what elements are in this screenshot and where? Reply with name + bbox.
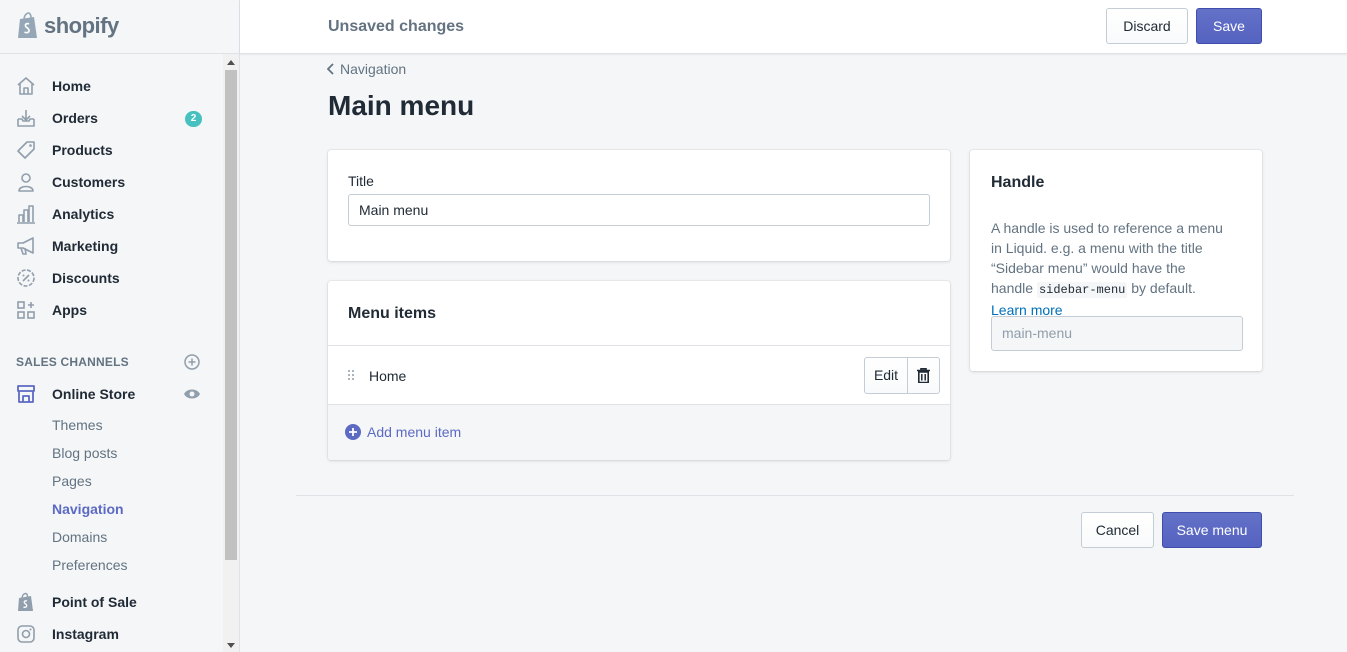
menu-item-row: Home Edit	[328, 346, 950, 405]
help-text-outro: by default.	[1131, 280, 1196, 296]
sales-channels-heading: SALES CHANNELS	[16, 355, 129, 369]
menu-items-card: Menu items Home Edit Add menu item	[328, 281, 950, 460]
shopify-bag-icon	[18, 12, 37, 38]
sidebar-subitem-preferences[interactable]: Preferences	[52, 557, 127, 573]
scrollbar-thumb[interactable]	[225, 70, 237, 560]
sidebar-subitem-navigation[interactable]: Navigation	[52, 501, 124, 517]
save-button[interactable]: Save	[1196, 8, 1262, 44]
view-store-eye-icon[interactable]	[183, 387, 201, 401]
logo-bar: shopify	[0, 0, 239, 54]
delete-button[interactable]	[908, 358, 939, 393]
sidebar-subitem-pages[interactable]: Pages	[52, 473, 92, 489]
title-card: Title Main menu	[328, 150, 950, 261]
sidebar-subitem-themes[interactable]: Themes	[52, 417, 103, 433]
sidebar-item-marketing[interactable]: Marketing	[0, 230, 222, 262]
sidebar-item-label: Marketing	[52, 238, 119, 254]
sidebar-item-label: Online Store	[52, 386, 136, 402]
sidebar: shopify Home Orders 2 Products Customers…	[0, 0, 240, 652]
scroll-up-arrow-icon[interactable]	[227, 60, 235, 65]
shopify-logo[interactable]: shopify	[16, 12, 119, 40]
cancel-button[interactable]: Cancel	[1081, 512, 1154, 548]
brand-wordmark: shopify	[44, 13, 119, 38]
footer-divider	[296, 495, 1294, 496]
drag-handle-icon[interactable]	[348, 370, 356, 382]
add-menu-item-row: Add menu item	[328, 405, 950, 460]
menu-item-label: Home	[369, 368, 407, 384]
bar-chart-icon	[17, 205, 35, 224]
sidebar-item-label: Orders	[52, 110, 98, 126]
orders-count-badge: 2	[185, 111, 202, 127]
person-icon	[18, 173, 34, 192]
megaphone-icon	[17, 237, 34, 255]
sidebar-item-label: Products	[52, 142, 113, 158]
add-channel-icon[interactable]	[184, 354, 200, 370]
title-input[interactable]: Main menu	[348, 194, 930, 226]
sidebar-item-label: Analytics	[52, 206, 115, 222]
handle-card: Handle A handle is used to reference a m…	[970, 150, 1262, 371]
breadcrumb[interactable]: Navigation	[327, 61, 406, 77]
sidebar-item-point-of-sale[interactable]: Point of Sale	[0, 586, 222, 618]
edit-button[interactable]: Edit	[865, 358, 908, 393]
sidebar-item-products[interactable]: Products	[0, 134, 222, 166]
menu-item-actions: Edit	[864, 357, 940, 394]
sidebar-subitem-domains[interactable]: Domains	[52, 529, 107, 545]
tag-icon	[17, 141, 35, 159]
title-field-label: Title	[348, 173, 374, 189]
apps-icon	[17, 301, 35, 319]
handle-heading: Handle	[991, 174, 1045, 191]
handle-help-text: A handle is used to reference a menu in …	[991, 218, 1231, 320]
sidebar-item-customers[interactable]: Customers	[0, 166, 222, 198]
sidebar-item-analytics[interactable]: Analytics	[0, 198, 222, 230]
breadcrumb-label: Navigation	[340, 61, 407, 77]
sidebar-item-apps[interactable]: Apps	[0, 294, 222, 326]
save-menu-button[interactable]: Save menu	[1162, 512, 1262, 548]
discount-icon	[17, 269, 35, 287]
sidebar-item-label: Instagram	[52, 626, 119, 642]
sidebar-item-label: Home	[52, 78, 91, 94]
home-icon	[17, 77, 35, 95]
sidebar-item-instagram[interactable]: Instagram	[0, 618, 222, 650]
page-title: Main menu	[328, 90, 475, 121]
sidebar-scrollbar[interactable]	[223, 54, 239, 652]
sidebar-subitem-blog-posts[interactable]: Blog posts	[52, 445, 117, 461]
sidebar-item-label: Point of Sale	[52, 594, 137, 610]
sidebar-item-home[interactable]: Home	[0, 70, 222, 102]
add-menu-item-link[interactable]: Add menu item	[345, 424, 461, 440]
handle-code-example: sidebar-menu	[1036, 282, 1128, 298]
sidebar-item-discounts[interactable]: Discounts	[0, 262, 222, 294]
sidebar-item-label: Apps	[52, 302, 87, 318]
trash-icon	[917, 368, 930, 383]
chevron-left-icon	[327, 63, 334, 75]
contextual-save-bar: Unsaved changes Discard Save	[240, 0, 1347, 54]
menu-items-heading: Menu items	[348, 305, 437, 322]
handle-input[interactable]: main-menu	[991, 316, 1243, 351]
orders-icon	[17, 110, 35, 127]
scroll-down-arrow-icon[interactable]	[227, 643, 235, 648]
sidebar-item-label: Discounts	[52, 270, 120, 286]
shopify-bag-icon	[18, 592, 33, 611]
instagram-icon	[17, 625, 35, 643]
unsaved-changes-label: Unsaved changes	[328, 18, 465, 35]
plus-circle-icon	[345, 424, 361, 440]
discard-button[interactable]: Discard	[1106, 8, 1188, 44]
sidebar-item-label: Customers	[52, 174, 126, 190]
store-icon	[17, 385, 35, 403]
sidebar-item-orders[interactable]: Orders 2	[0, 102, 222, 134]
add-menu-item-label: Add menu item	[367, 424, 462, 440]
